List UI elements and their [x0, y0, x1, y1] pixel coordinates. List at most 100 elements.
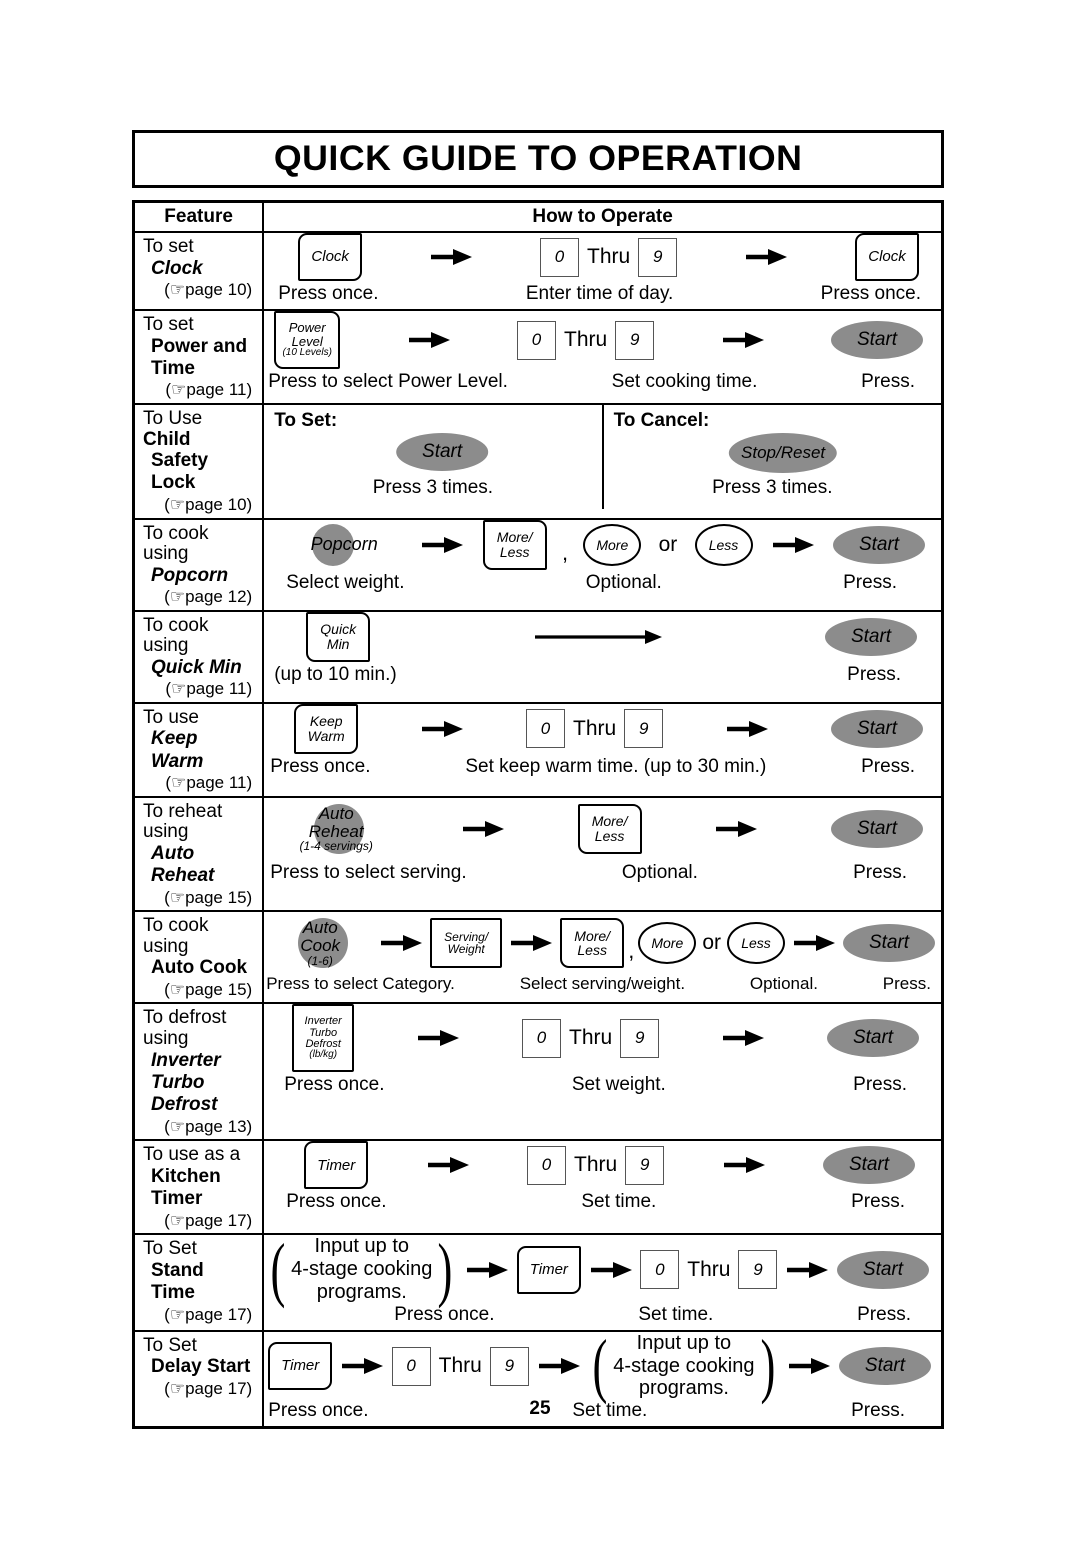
button-label-line: Timer	[281, 1357, 320, 1375]
table-row: To use as a Kitchen Timer (☞page 17) Timer 0…	[132, 1139, 944, 1236]
button-auto-reheat[interactable]: Auto Reheat (1-4 servings)	[284, 798, 388, 860]
feature-prefix: To Set	[143, 1334, 197, 1356]
button-timer[interactable]: Timer	[268, 1342, 333, 1390]
button-start[interactable]: Start	[838, 1347, 931, 1385]
button-power-level[interactable]: Power Level (10 Levels)	[274, 311, 341, 369]
feature-prefix: To use	[143, 706, 199, 728]
button-clock[interactable]: Clock	[855, 233, 919, 281]
step-caption: Press.	[853, 1074, 907, 1096]
page-reference[interactable]: (☞page 10)	[143, 280, 252, 300]
number-key-max[interactable]: 9	[620, 1018, 660, 1058]
button-start[interactable]: Start	[831, 809, 923, 848]
button-start[interactable]: Start	[823, 1146, 915, 1185]
button-clock[interactable]: Clock	[298, 233, 363, 281]
button-start[interactable]: Start	[833, 525, 925, 564]
arrow-icon	[722, 1154, 766, 1176]
page-reference[interactable]: (☞page 11)	[143, 679, 252, 699]
operate-cell-clock: Clock 0 Thru 9 Clock Press once. Enter time of…	[262, 231, 944, 311]
number-key-min[interactable]: 0	[391, 1346, 431, 1386]
feature-description: To set Clock (☞page 10)	[135, 233, 262, 303]
page-reference[interactable]: (☞page 11)	[143, 380, 252, 400]
number-key-min[interactable]: 0	[526, 709, 565, 749]
arrow-icon	[787, 1355, 831, 1377]
button-more[interactable]: More	[638, 922, 697, 965]
button-sublabel: (1-4 servings)	[299, 839, 373, 854]
separator-or: or	[702, 931, 721, 955]
step-caption: Select weight.	[286, 571, 405, 593]
number-key-min[interactable]: 0	[522, 1018, 561, 1058]
step-caption: Set keep warm time. (up to 30 min.)	[465, 755, 767, 777]
page-reference[interactable]: (☞page 15)	[143, 888, 252, 908]
operate-cell-auto-cook: Auto Cook (1-6) Serving/Weight More/Less, Mor…	[262, 910, 944, 1005]
separator-comma: ,	[628, 938, 635, 964]
page-reference[interactable]: (☞page 12)	[143, 587, 252, 607]
number-key-max[interactable]: 9	[489, 1346, 529, 1386]
operate-cell-quick-min: Quick Min Start (up to 10 min.) Press.	[262, 609, 944, 704]
feature-name: Inverter Turbo	[151, 1049, 221, 1093]
feature-name: Kitchen Timer	[151, 1165, 221, 1210]
arrow-icon	[461, 818, 505, 840]
button-less[interactable]: Less	[694, 523, 753, 566]
number-key-max[interactable]: 9	[625, 1145, 665, 1185]
number-key-min[interactable]: 0	[640, 1250, 680, 1290]
button-label-line: Timer	[317, 1156, 356, 1174]
button-timer[interactable]: Timer	[304, 1141, 369, 1190]
page-reference[interactable]: (☞page 13)	[143, 1117, 252, 1137]
page-reference[interactable]: (☞page 11)	[143, 773, 252, 793]
button-serving-weight[interactable]: Serving/Weight	[430, 918, 503, 969]
button-auto-cook[interactable]: Auto Cook (1-6)	[268, 912, 372, 974]
button-less[interactable]: Less	[727, 922, 785, 965]
feature-prefix: To set	[143, 236, 194, 257]
number-key-max[interactable]: 9	[638, 237, 678, 277]
button-label-line: Cook	[300, 936, 341, 956]
number-entry-range: 0 Thru 9	[640, 1250, 778, 1290]
button-more-less[interactable]: More/Less	[577, 803, 642, 854]
number-key-max[interactable]: 9	[615, 320, 655, 360]
arrow-icon	[407, 329, 451, 351]
button-timer[interactable]: Timer	[516, 1245, 581, 1294]
thru-label: Thru	[574, 1153, 618, 1177]
button-more-less[interactable]: More/Less	[560, 918, 625, 969]
arrow-icon	[420, 718, 464, 740]
number-key-min[interactable]: 0	[517, 320, 556, 360]
arrow-icon	[725, 718, 769, 740]
number-key-max[interactable]: 9	[738, 1250, 778, 1290]
button-start[interactable]: Start	[825, 617, 917, 656]
arrow-icon	[533, 626, 663, 648]
button-keep-warm[interactable]: Keep Warm	[294, 703, 359, 754]
number-key-min[interactable]: 0	[527, 1145, 566, 1185]
button-stop-reset[interactable]: Stop/Reset	[729, 433, 838, 474]
thru-label: Thru	[564, 328, 608, 351]
page-reference[interactable]: (☞page 15)	[143, 980, 252, 1000]
page-reference[interactable]: (☞page 17)	[143, 1305, 252, 1325]
page-reference[interactable]: (☞page 10)	[143, 495, 252, 515]
button-label-line: Level	[291, 333, 323, 349]
arrow-icon	[420, 534, 464, 556]
feature-description: To defrost using Inverter Turbo Defrost (☞p…	[135, 1004, 262, 1139]
number-key-max[interactable]: 9	[624, 709, 664, 749]
feature-cell-clock: To set Clock (☞page 10)	[132, 231, 265, 311]
feature-description: To cook using Quick Min (☞page 11)	[135, 612, 262, 702]
button-start[interactable]: Start	[843, 924, 935, 963]
button-more[interactable]: More	[583, 523, 642, 566]
button-start[interactable]: Start	[836, 1250, 929, 1289]
button-start[interactable]: Start	[396, 433, 489, 472]
button-start[interactable]: Start	[831, 321, 923, 359]
page-reference[interactable]: (☞page 17)	[143, 1211, 252, 1231]
table-row: To cook using Quick Min (☞page 11) Quick Min…	[132, 609, 944, 704]
feature-cell-kitchen-timer: To use as a Kitchen Timer (☞page 17)	[132, 1139, 265, 1236]
feature-name: Auto Cook	[151, 957, 248, 979]
button-start[interactable]: Start	[827, 1019, 919, 1058]
step-captions: Press to select Power Level. Set cooking …	[264, 369, 941, 397]
feature-name-line2: Defrost	[151, 1094, 218, 1116]
step-caption: Press to select serving.	[270, 861, 467, 883]
button-inverter-turbo-defrost[interactable]: Inverter Turbo Defrost (lb/kg)	[292, 1004, 355, 1073]
button-start[interactable]: Start	[831, 709, 923, 748]
button-more-less[interactable]: More/Less	[482, 519, 547, 570]
button-quick-min[interactable]: Quick Min	[306, 611, 371, 662]
button-popcorn[interactable]: Popcorn	[286, 523, 402, 567]
feature-description: To cook using Auto Cook (☞page 15)	[135, 912, 262, 1002]
number-key-min[interactable]: 0	[540, 237, 579, 277]
page-reference[interactable]: (☞page 17)	[143, 1379, 252, 1399]
step-caption: Optional.	[621, 861, 698, 883]
